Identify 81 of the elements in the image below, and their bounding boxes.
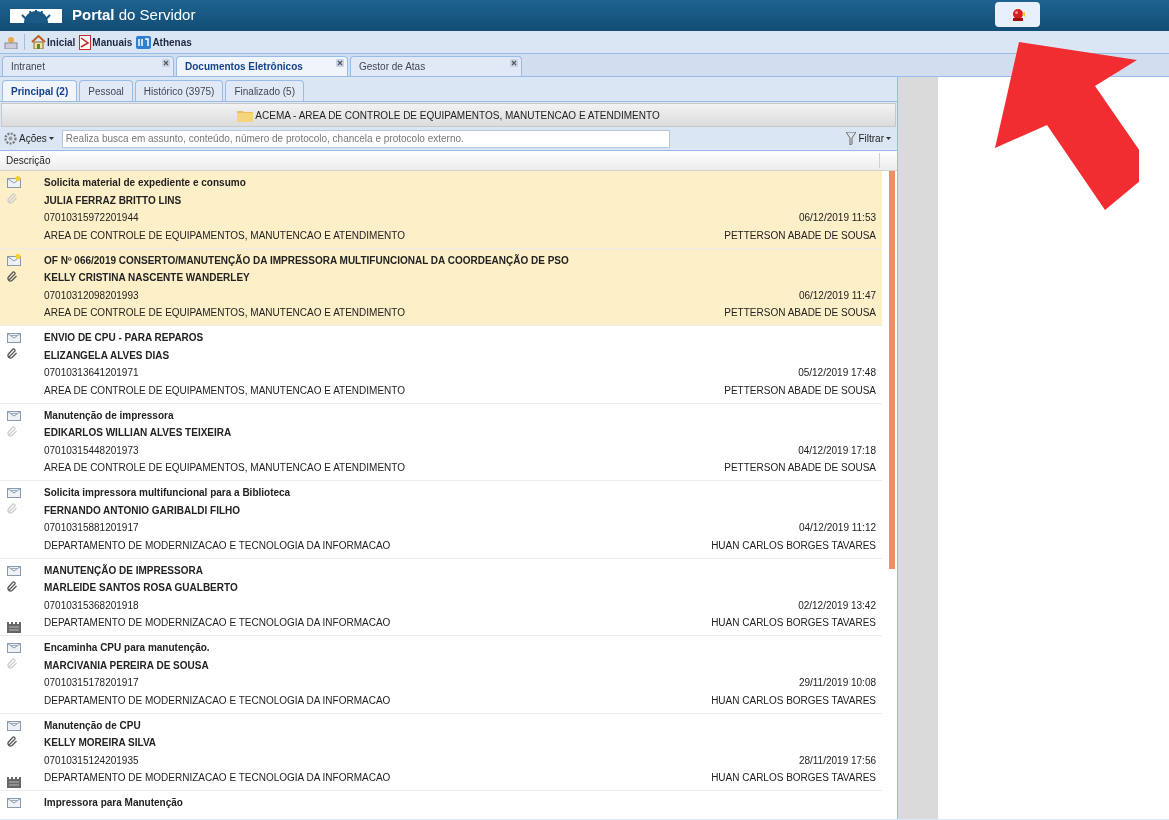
document-row[interactable] <box>0 248 882 326</box>
actions-button[interactable]: Ações <box>4 131 54 146</box>
document-meta: HUAN CARLOS BORGES TAVARES <box>711 616 876 630</box>
document-subject: MARCIVANIA PEREIRA DE SOUSA <box>44 658 209 673</box>
document-text: 07010315448201973 <box>44 443 139 458</box>
document-subject: ELIZANGELA ALVES DIAS <box>44 348 170 363</box>
document-subject: KELLY MOREIRA SILVA <box>44 736 157 750</box>
document-text: AREA DE CONTROLE DE EQUIPAMENTOS, MANUTENCAO E ATENDIMENTO <box>44 306 405 320</box>
document-meta: PETTERSON ABADE DE SOUSA <box>724 383 876 398</box>
document-subject: JULIA FERRAZ BRITTO LINS <box>44 193 182 208</box>
document-text: DEPARTAMENTO DE MODERNIZACAO E TECNOLOGIA DA INFORMACAO <box>44 693 391 708</box>
document-text: DEPARTAMENTO DE MODERNIZACAO E TECNOLOGIA DA INFORMACAO <box>44 616 391 630</box>
document-meta: PETTERSON ABADE DE SOUSA <box>724 228 876 243</box>
document-text: 07010315972201944 <box>44 211 139 225</box>
document-meta: HUAN CARLOS BORGES TAVARES <box>711 771 876 785</box>
document-meta: 06/12/2019 11:53 <box>798 211 876 225</box>
document-meta: HUAN CARLOS BORGES TAVARES <box>711 693 876 708</box>
tab[interactable]: Pessoal <box>79 80 133 101</box>
logo-icon <box>10 8 62 23</box>
scrollbar-thumb[interactable] <box>889 171 895 569</box>
caret-icon <box>886 137 891 140</box>
document-text: 07010315124201935 <box>44 753 139 768</box>
document-text: 07010312098201993 <box>44 288 139 303</box>
document-subject: ENVIO DE CPU - PARA REPAROS <box>44 331 204 345</box>
document-subject: Solicita impressora multifuncional para a Biblioteca <box>44 486 291 500</box>
gear-icon <box>4 132 17 145</box>
tab[interactable]: Documentos Eletrônicos <box>176 56 348 76</box>
document-subject: FERNANDO ANTONIO GARIBALDI FILHO <box>44 503 241 518</box>
folder-icon <box>237 108 254 122</box>
document-text: 07010315881201917 <box>44 521 139 535</box>
search-field[interactable]: Realiza busca em assunto, conteúdo, número de protocolo, chancela e protocolo externo. <box>61 129 670 148</box>
toolbar-button[interactable]: Manuais <box>79 34 133 50</box>
document-text: AREA DE CONTROLE DE EQUIPAMENTOS, MANUTENCAO E ATENDIMENTO <box>44 383 405 398</box>
document-subject: MARLEIDE SANTOS ROSA GUALBERTO <box>44 581 238 595</box>
document-meta: 04/12/2019 17:18 <box>798 443 876 458</box>
document-subject: Manutenção de impressora <box>44 408 174 423</box>
toolbar-button[interactable]: Athenas <box>136 34 192 50</box>
document-meta: HUAN CARLOS BORGES TAVARES <box>711 538 876 553</box>
document-subject: Manutenção de CPU <box>44 718 141 733</box>
document-subject: MANUTENÇÃO DE IMPRESSORA <box>44 563 203 578</box>
document-meta: 06/12/2019 11:47 <box>798 288 876 303</box>
document-subject: Encaminha CPU para manutenção. <box>44 641 210 655</box>
document-meta: 29/11/2019 10:08 <box>798 676 876 690</box>
document-meta: PETTERSON ABADE DE SOUSA <box>724 306 876 320</box>
document-subject: KELLY CRISTINA NASCENTE WANDERLEY <box>44 271 250 285</box>
app-icon <box>136 35 152 49</box>
document-subject: Impressora para Manutenção <box>44 796 183 810</box>
close-icon[interactable] <box>162 59 170 67</box>
document-text: 07010313641201971 <box>44 366 139 380</box>
caret-icon <box>48 137 54 140</box>
document-subject: OF Nº 066/2019 CONSERTO/MANUTENÇÃO DA IMPRESSORA MULTIFUNCIONAL DA COORDEANÇÃO DE PSO <box>44 253 569 268</box>
toolbar-button[interactable]: Inicial <box>31 34 76 50</box>
filter-icon <box>846 132 857 145</box>
folder-path: ACEMA - AREA DE CONTROLE DE EQUIPAMENTOS, MANUTENCAO E ATENDIMENTO <box>255 108 660 123</box>
pdf-icon <box>79 34 92 50</box>
tab[interactable]: Principal (2) <box>2 80 78 101</box>
tab[interactable]: Finalizado (5) <box>225 80 304 101</box>
tab[interactable]: Intranet <box>2 56 174 76</box>
alert-button[interactable] <box>995 2 1040 27</box>
close-icon[interactable] <box>510 59 518 67</box>
siren-icon <box>1010 7 1025 22</box>
app-title: Portal do Servidor <box>72 5 196 26</box>
close-icon[interactable] <box>336 59 344 67</box>
document-meta: 28/11/2019 17:56 <box>798 753 876 768</box>
document-meta: 02/12/2019 13:42 <box>798 598 876 613</box>
document-text: DEPARTAMENTO DE MODERNIZACAO E TECNOLOGIA DA INFORMACAO <box>44 771 391 785</box>
document-text: AREA DE CONTROLE DE EQUIPAMENTOS, MANUTENCAO E ATENDIMENTO <box>44 461 405 475</box>
document-row[interactable]: Solicita material de expediente e consumo JULIA FERRAZ BRITTO LINS 07010315972201944 06/12/2019 11:53 AREA DE CONTROLE DE EQUIPAMENTOS, MANUTENCAO E ATENDIMENTO PETTERSON ABADE DE SOUSA <box>0 171 882 249</box>
document-meta: PETTERSON ABADE DE SOUSA <box>724 461 876 475</box>
house-icon <box>31 35 46 49</box>
document-text: DEPARTAMENTO DE MODERNIZACAO E TECNOLOGIA DA INFORMACAO <box>44 538 391 553</box>
document-text: 07010315368201918 <box>44 598 139 613</box>
document-meta: 04/12/2019 11:12 <box>798 521 876 535</box>
document-text: AREA DE CONTROLE DE EQUIPAMENTOS, MANUTENCAO E ATENDIMENTO <box>44 228 405 243</box>
document-subject: EDIKARLOS WILLIAN ALVES TEIXEIRA <box>44 426 232 440</box>
document-subject: Solicita material de expediente e consumo <box>44 176 246 190</box>
tab[interactable]: Histórico (3975) <box>134 80 224 101</box>
tab[interactable]: Gestor de Atas <box>350 56 522 76</box>
filter-button[interactable]: Filtrar <box>846 131 893 146</box>
document-text: 07010315178201917 <box>44 676 139 690</box>
document-meta: 05/12/2019 17:48 <box>798 366 876 380</box>
